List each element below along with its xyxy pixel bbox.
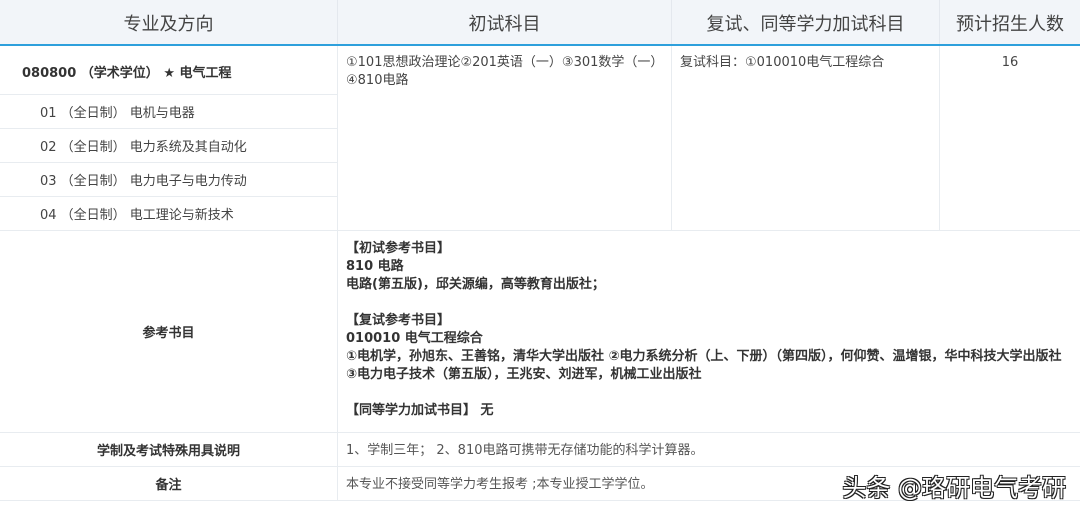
header-exam: 初试科目 [338,0,672,45]
ref-line: ①电机学，孙旭东、王善铭，清华大学出版社 ②电力系统分析（上、下册）（第四版），… [346,349,1062,382]
ref-line: 810 电路 [346,259,404,274]
system-label: 学制及考试特殊用具说明 [0,433,338,467]
ref-line: 【初试参考书目】 [346,241,451,256]
refs-content: 【初试参考书目】 810 电路 电路(第五版)，邱关源编，高等教育出版社； 【复… [338,231,1080,433]
ref-line: 010010 电气工程综合 [346,331,483,346]
direction-item: 02 （全日制） 电力系统及其自动化 [0,129,338,163]
retest-subjects: 复试科目：①010010电气工程综合 [672,46,940,231]
direction-item: 04 （全日制） 电工理论与新技术 [0,197,338,231]
ref-line: 【复试参考书目】 [346,313,451,328]
direction-item: 01 （全日制） 电机与电器 [0,95,338,129]
quota: 16 [940,46,1080,231]
direction-item: 03 （全日制） 电力电子与电力传动 [0,163,338,197]
header-quota: 预计招生人数 [940,0,1080,45]
header-major: 专业及方向 [0,0,338,45]
exam-subjects: ①101思想政治理论②201英语（一）③301数学（一）④810电路 [338,46,672,231]
notes-label: 备注 [0,467,338,501]
header-retest: 复试、同等学力加试科目 [672,0,940,45]
system-text: 1、学制三年； 2、810电路可携带无存储功能的科学计算器。 [338,433,1080,467]
major-title: 080800 （学术学位） ★ 电气工程 [0,46,338,95]
refs-label: 参考书目 [0,231,338,433]
ref-line: 电路(第五版)，邱关源编，高等教育出版社； [346,277,605,292]
watermark: 头条 @珞研电气考研 [842,474,1066,502]
ref-line: 【同等学力加试书目】 无 [346,403,494,418]
